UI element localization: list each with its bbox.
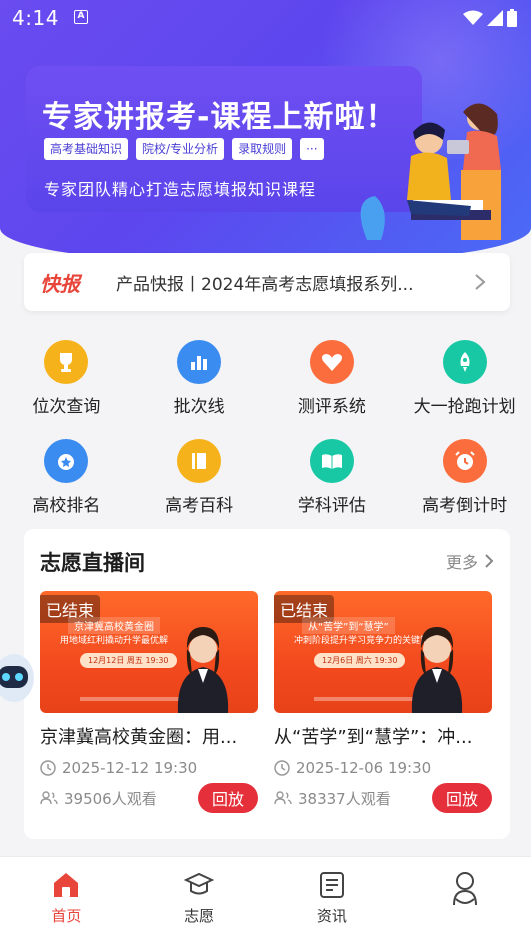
- hero-title: 专家讲报考-课程上新啦！: [42, 100, 397, 135]
- hero-banner[interactable]: 4:14 A 专家讲报考-课程上新啦！ 高考基础知识 院校/专业分析 录取规则 …: [0, 0, 531, 262]
- chevron-right-icon: [485, 554, 494, 568]
- assistant-robot-icon[interactable]: [0, 650, 36, 706]
- section-title: 志愿直播间: [40, 551, 145, 575]
- feature-grid: 位次查询 批次线 测评系统 大一抢跑计划 高校排名 高考百科 学科评估 高考倒计…: [0, 340, 531, 516]
- grid-label: 高考百科: [165, 496, 234, 516]
- status-time: 4:14: [12, 6, 59, 30]
- tab-label: 志愿: [184, 907, 215, 925]
- grid-label: 大一抢跑计划: [413, 397, 516, 417]
- clock-icon: [40, 760, 56, 776]
- profile-icon: [452, 872, 477, 906]
- tab-volunteer[interactable]: 志愿: [133, 857, 266, 945]
- grid-label: 高校排名: [32, 496, 101, 516]
- live-card-footer: 39506人观看 回放: [40, 783, 258, 813]
- live-card-time: 2025-12-12 19:30: [40, 759, 258, 777]
- grid-item-encyclopedia[interactable]: 高考百科: [133, 439, 266, 516]
- tab-profile[interactable]: [398, 857, 531, 945]
- live-card-datetime: 2025-12-06 19:30: [296, 759, 432, 777]
- rocket-icon: [442, 340, 487, 384]
- system-icons: [463, 9, 517, 27]
- thumbnail-date: 12月12日 周五 19:30: [80, 653, 177, 668]
- bar-chart-icon: [177, 340, 222, 384]
- grid-label: 高考倒计时: [422, 496, 508, 516]
- trophy-icon: [44, 340, 89, 384]
- alarm-clock-icon: [442, 439, 487, 483]
- thumbnail-headline: 从“苦学”到“慧学”: [302, 617, 395, 634]
- grid-label: 批次线: [173, 397, 225, 417]
- grid-label: 测评系统: [297, 397, 366, 417]
- live-card-datetime: 2025-12-12 19:30: [62, 759, 198, 777]
- grid-item-college-ranking[interactable]: 高校排名: [0, 439, 133, 516]
- ticker-badge: 快报: [40, 271, 80, 296]
- grid-item-assessment[interactable]: 测评系统: [266, 340, 399, 417]
- news-ticker[interactable]: 快报 产品快报丨2024年高考志愿填报系列...: [24, 253, 510, 311]
- thumbnail-subline: 用地域红利撬动升学最优解: [60, 636, 169, 646]
- live-section: 志愿直播间 更多 已结束 京津冀高校黄金圈 用地域红利撬动升学最优解 12月12…: [24, 529, 510, 839]
- tab-home[interactable]: 首页: [0, 857, 133, 945]
- live-card[interactable]: 已结束 京津冀高校黄金圈 用地域红利撬动升学最优解 12月12日 周五 19:3…: [40, 591, 258, 813]
- viewer-count-label: 38337人观看: [298, 789, 391, 808]
- tab-news[interactable]: 资讯: [266, 857, 399, 945]
- presenter-image-icon: [177, 627, 229, 713]
- live-card-footer: 38337人观看 回放: [274, 783, 492, 813]
- hero-tags: 高考基础知识 院校/专业分析 录取规则 ···: [44, 138, 324, 160]
- viewer-count: 39506人观看: [40, 788, 157, 809]
- notification-icon: A: [74, 10, 88, 24]
- viewer-count: 38337人观看: [274, 788, 391, 809]
- book-icon: [177, 439, 222, 483]
- news-icon: [319, 872, 344, 898]
- live-card-title: 从“苦学”到“慧学”：冲...: [274, 727, 473, 748]
- chevron-right-icon: [475, 274, 486, 290]
- grid-item-batch-line[interactable]: 批次线: [133, 340, 266, 417]
- grid-item-countdown[interactable]: 高考倒计时: [398, 439, 531, 516]
- hero-subtitle: 专家团队精心打造志愿填报知识课程: [44, 180, 317, 199]
- heart-icon: [309, 340, 354, 384]
- medal-icon: [44, 439, 89, 483]
- grid-label: 位次查询: [32, 397, 101, 417]
- viewer-count-label: 39506人观看: [64, 789, 157, 808]
- signal-icon: [487, 10, 503, 26]
- live-thumbnail[interactable]: 已结束 从“苦学”到“慧学” 冲刺阶段提升学习竞争力的关键策略 12月6日 周六…: [274, 591, 492, 713]
- users-icon: [274, 791, 292, 805]
- ticker-text: 产品快报丨2024年高考志愿填报系列...: [116, 274, 414, 295]
- status-bar: 4:14 A: [0, 0, 531, 36]
- live-thumbnail[interactable]: 已结束 京津冀高校黄金圈 用地域红利撬动升学最优解 12月12日 周五 19:3…: [40, 591, 258, 713]
- bottom-tab-bar: 首页 志愿 资讯: [0, 856, 531, 945]
- thumbnail-date: 12月6日 周六 19:30: [314, 653, 406, 668]
- live-card-time: 2025-12-06 19:30: [274, 759, 492, 777]
- live-card[interactable]: 已结束 从“苦学”到“慧学” 冲刺阶段提升学习竞争力的关键策略 12月6日 周六…: [274, 591, 492, 813]
- wifi-icon: [463, 10, 483, 25]
- clock-icon: [274, 760, 290, 776]
- thumbnail-headline: 京津冀高校黄金圈: [68, 617, 160, 634]
- hero-illustration-icon: [360, 103, 501, 240]
- grid-item-subject-eval[interactable]: 学科评估: [266, 439, 399, 516]
- more-label: 更多: [445, 553, 478, 572]
- users-icon: [40, 791, 58, 805]
- hero-tag-more: ···: [300, 138, 324, 160]
- grid-item-rank-query[interactable]: 位次查询: [0, 340, 133, 417]
- home-icon: [54, 873, 79, 897]
- tab-label: 资讯: [316, 907, 347, 925]
- replay-button[interactable]: 回放: [197, 783, 258, 813]
- hero-tag: 院校/专业分析: [136, 138, 225, 160]
- graduation-cap-icon: [184, 872, 215, 895]
- live-card-title: 京津冀高校黄金圈：用...: [40, 727, 238, 748]
- presenter-image-icon: [411, 627, 463, 713]
- tab-label: 首页: [51, 907, 82, 925]
- grid-label: 学科评估: [297, 496, 366, 516]
- hero-tag: 录取规则: [232, 138, 293, 160]
- replay-button[interactable]: 回放: [431, 783, 492, 813]
- more-link[interactable]: 更多: [446, 549, 494, 573]
- battery-icon: [507, 9, 517, 27]
- open-book-icon: [309, 439, 354, 483]
- live-cards: 已结束 京津冀高校黄金圈 用地域红利撬动升学最优解 12月12日 周五 19:3…: [40, 591, 492, 813]
- hero-tag: 高考基础知识: [44, 138, 129, 160]
- grid-item-freshman-plan[interactable]: 大一抢跑计划: [398, 340, 531, 417]
